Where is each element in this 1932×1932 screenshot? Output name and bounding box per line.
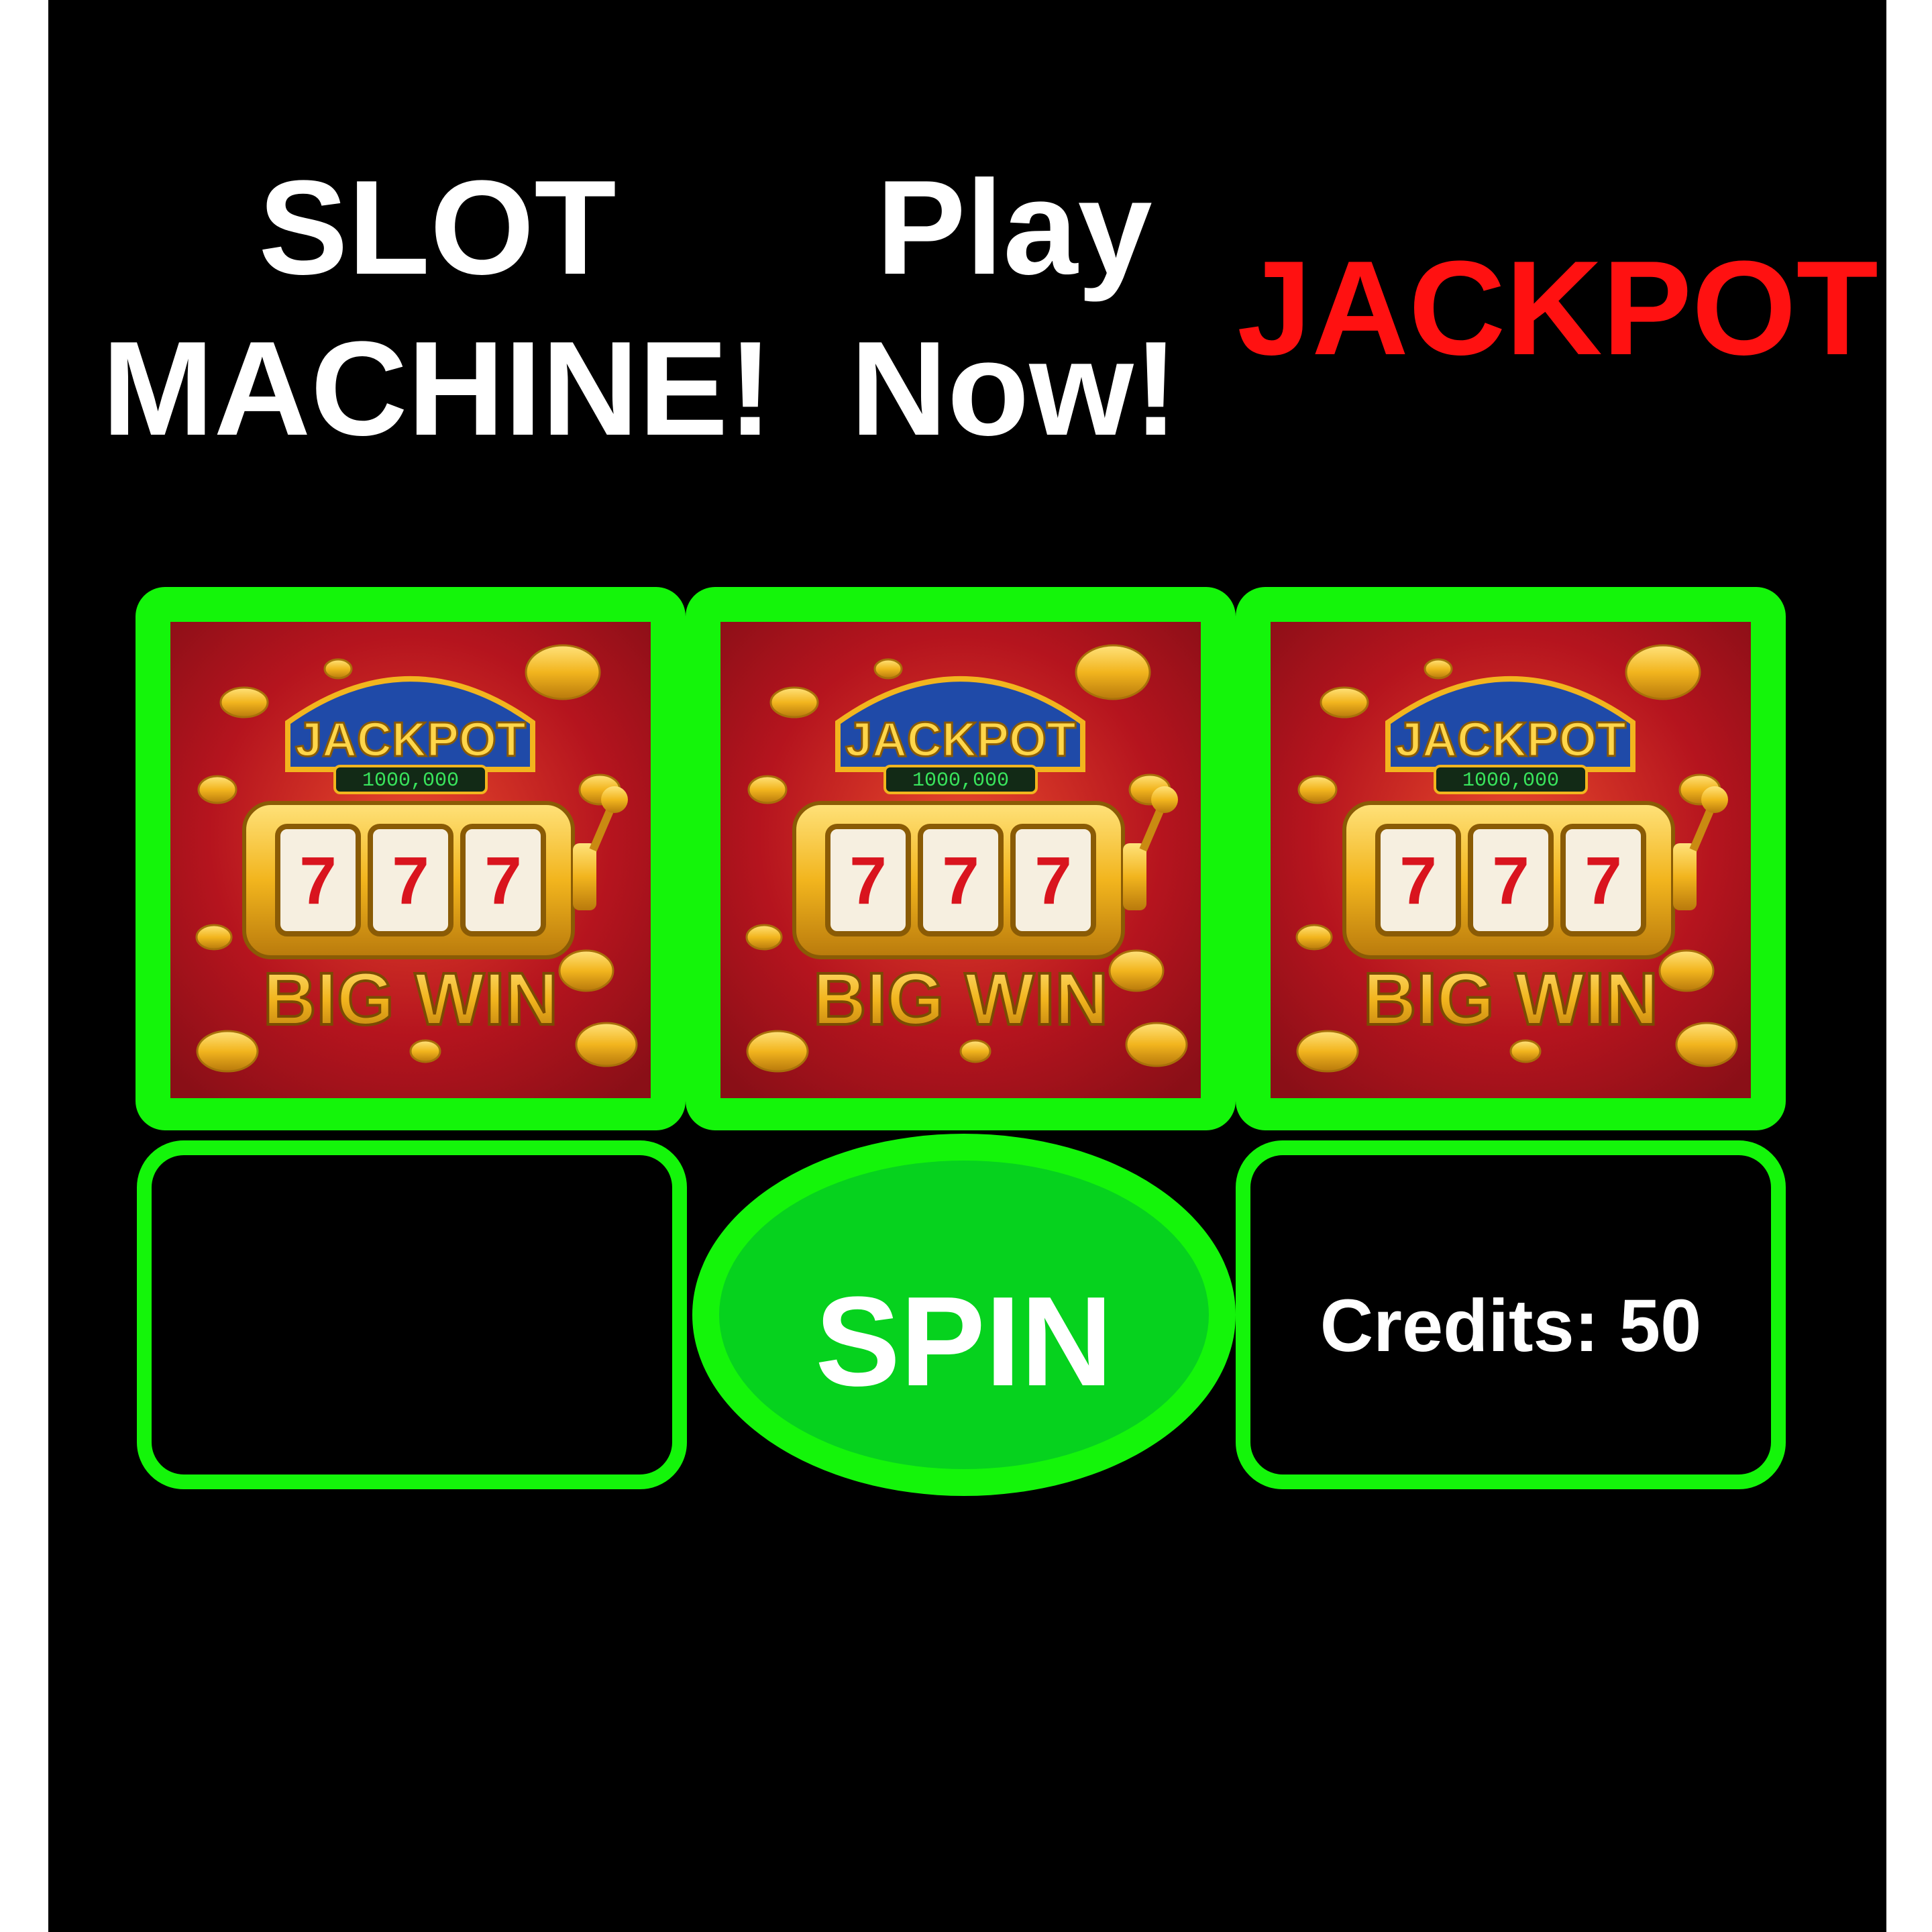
spin-button[interactable]: SPIN [692, 1134, 1236, 1496]
svg-text:7: 7 [1034, 843, 1072, 918]
jackpot-slot-machine-icon: JACKPOT 1000,000 7 7 7 BIG WIN [170, 622, 651, 1098]
credits-panel: Credits: 50 [1236, 1140, 1786, 1489]
reel-1: JACKPOT 1000,000 7 7 7 BIG WIN [136, 587, 686, 1130]
svg-text:7: 7 [1399, 843, 1437, 918]
svg-text:7: 7 [484, 843, 522, 918]
jackpot-slot-machine-icon: JACKPOT 1000,000 7 7 7 BIG WIN [720, 622, 1201, 1098]
svg-text:JACKPOT: JACKPOT [1395, 713, 1626, 767]
svg-text:BIG WIN: BIG WIN [263, 958, 558, 1040]
svg-text:7: 7 [1492, 843, 1529, 918]
jackpot-label: JACKPOT [1237, 233, 1878, 383]
svg-text:7: 7 [849, 843, 887, 918]
jackpot-slot-machine-icon: JACKPOT 1000,000 7 7 7 BIG WIN [1271, 622, 1751, 1098]
svg-text:BIG WIN: BIG WIN [1363, 958, 1658, 1040]
title-line-2: MACHINE! [102, 314, 773, 464]
empty-message-panel [137, 1140, 687, 1489]
credits-display: Credits: 50 [1320, 1285, 1702, 1367]
reel-3: JACKPOT 1000,000 7 7 7 BIG WIN [1236, 587, 1786, 1130]
svg-text:7: 7 [1585, 843, 1622, 918]
svg-text:1000,000: 1000,000 [1462, 769, 1559, 792]
svg-text:7: 7 [942, 843, 979, 918]
svg-text:JACKPOT: JACKPOT [295, 713, 526, 767]
spin-button-label[interactable]: SPIN [719, 1278, 1209, 1405]
svg-text:1000,000: 1000,000 [912, 769, 1009, 792]
svg-text:JACKPOT: JACKPOT [845, 713, 1076, 767]
play-now-line-2: Now! [850, 314, 1179, 464]
spin-button-inner[interactable]: SPIN [719, 1161, 1209, 1469]
svg-text:1000,000: 1000,000 [362, 769, 459, 792]
game-screen: SLOT MACHINE! Play Now! JACKPOT JACKPOT … [48, 0, 1886, 1932]
play-now-line-1: Play [876, 153, 1152, 303]
svg-text:7: 7 [299, 843, 337, 918]
title-line-1: SLOT [258, 153, 616, 303]
svg-text:7: 7 [392, 843, 429, 918]
reel-2: JACKPOT 1000,000 7 7 7 BIG WIN [686, 587, 1236, 1130]
svg-text:BIG WIN: BIG WIN [813, 958, 1108, 1040]
